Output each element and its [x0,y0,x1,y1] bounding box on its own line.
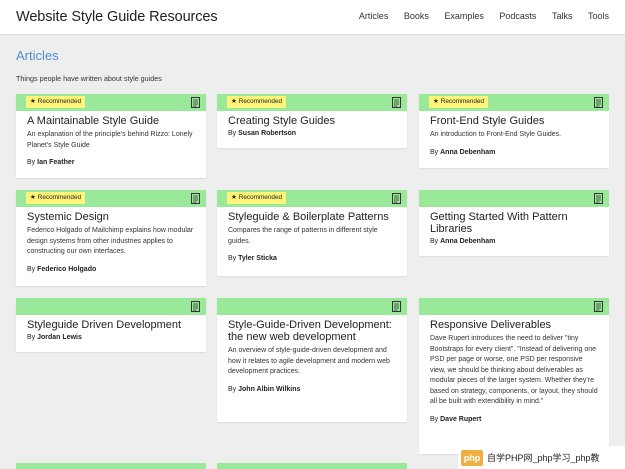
article-card[interactable]: ★ Recommended Creating Style Guides By Su… [217,94,407,148]
star-icon: ★ [231,194,237,201]
card-author: By Anna Debenham [430,238,496,245]
recommended-badge: ★ Recommended [227,96,287,108]
card-description: An overview of style-guide-driven develo… [228,347,390,375]
article-card[interactable]: ★ Recommended A Maintainable Style Guide … [16,94,206,178]
card-band-partial [16,463,206,469]
article-card[interactable]: Style-Guide-Driven Development: the new … [217,298,407,422]
card-description: Dave Rupert introduces the need to deliv… [430,335,598,405]
section-description: Things people have written about style g… [16,74,162,83]
card-author: By Tyler Sticka [228,255,277,262]
article-card[interactable]: Getting Started With Pattern Libraries B… [419,190,609,256]
card-author: By Susan Robertson [228,130,297,137]
card-title[interactable]: Styleguide & Boilerplate Patterns [228,211,397,223]
document-icon [191,301,200,312]
card-title[interactable]: A Maintainable Style Guide [27,115,196,127]
card-header-band [217,298,407,315]
card-title[interactable]: Creating Style Guides [228,115,397,127]
card-title[interactable]: Responsive Deliverables [430,319,599,331]
star-icon: ★ [231,98,237,105]
watermark: php 自学PHP网_php学习_php教 [458,446,625,469]
nav-books[interactable]: Books [404,11,429,21]
card-header-band: ★ Recommended [419,94,609,111]
star-icon: ★ [433,98,439,105]
card-band-partial [217,463,407,469]
article-card[interactable]: Styleguide Driven Development By Jordan … [16,298,206,352]
recommended-badge: ★ Recommended [227,192,287,204]
section-title: Articles [16,48,59,63]
author-name: Ian Feather [37,159,75,166]
watermark-text: 自学PHP网_php学习_php教 [487,453,600,463]
card-author: By John Albin Wilkins [228,385,301,393]
top-bar: Website Style Guide Resources Articles B… [0,0,625,35]
document-icon [392,193,401,204]
nav-examples[interactable]: Examples [444,11,484,21]
document-icon [191,193,200,204]
card-header-band: ★ Recommended [16,94,206,111]
card-header-band: ★ Recommended [16,190,206,207]
author-name: John Albin Wilkins [238,385,301,393]
author-name: Federico Holgado [37,265,97,273]
card-title[interactable]: Front-End Style Guides [430,115,599,127]
card-description: Federico Holgado of Mailchimp explains h… [27,227,194,255]
card-header-band: ★ Recommended [217,94,407,111]
card-title[interactable]: Styleguide Driven Development [27,319,196,331]
card-title[interactable]: Style-Guide-Driven Development: the new … [228,319,397,343]
card-author: By Anna Debenham [430,148,496,156]
article-card[interactable]: ★ Recommended Styleguide & Boilerplate Pa… [217,190,407,276]
card-description: Compares the range of patterns in differ… [228,227,378,245]
recommended-badge: ★ Recommended [26,96,86,108]
article-card[interactable]: ★ Recommended Systemic Design Federico Ho… [16,190,206,286]
card-author: By Federico Holgado [27,265,97,273]
article-card[interactable]: ★ Recommended Front-End Style Guides An i… [419,94,609,168]
recommended-badge: ★ Recommended [26,192,86,204]
card-description: An introduction to Front-End Style Guide… [430,131,562,138]
document-icon [594,301,603,312]
document-icon [191,97,200,108]
star-icon: ★ [30,194,36,201]
document-icon [594,193,603,204]
card-title[interactable]: Getting Started With Pattern Libraries [430,211,599,235]
author-name: Susan Robertson [238,130,297,137]
card-header-band [419,190,609,207]
author-name: Jordan Lewis [37,334,82,341]
author-name: Anna Debenham [440,238,496,245]
article-card[interactable]: Responsive Deliverables Dave Rupert intr… [419,298,609,454]
star-icon: ★ [30,98,36,105]
site-title[interactable]: Website Style Guide Resources [16,9,218,25]
author-name: Tyler Sticka [238,255,277,262]
card-header-band [16,298,206,315]
recommended-badge: ★ Recommended [429,96,489,108]
card-author: By Ian Feather [27,159,75,166]
nav-talks[interactable]: Talks [552,11,573,21]
card-title[interactable]: Systemic Design [27,211,196,223]
document-icon [594,97,603,108]
card-author: By Jordan Lewis [27,334,82,341]
nav-podcasts[interactable]: Podcasts [499,11,536,21]
php-logo-icon: php [461,449,483,466]
document-icon [392,97,401,108]
author-name: Dave Rupert [440,415,482,423]
nav-tools[interactable]: Tools [588,11,609,21]
main-nav: Articles Books Examples Podcasts Talks T… [346,11,609,21]
card-header-band: ★ Recommended [217,190,407,207]
card-author: By Dave Rupert [430,415,482,423]
nav-articles[interactable]: Articles [359,11,389,21]
author-name: Anna Debenham [440,148,496,156]
card-description: An explanation of the principle's behind… [27,131,193,149]
document-icon [392,301,401,312]
card-header-band [419,298,609,315]
